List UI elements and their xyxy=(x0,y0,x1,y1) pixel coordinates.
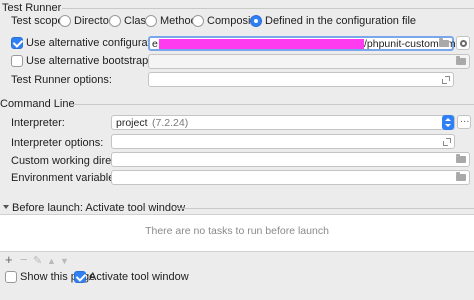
working-dir-field[interactable] xyxy=(111,152,470,167)
scope-radio-method[interactable] xyxy=(145,15,157,27)
runner-options-label: Test Runner options: xyxy=(11,74,112,86)
move-up-button[interactable]: ▲ xyxy=(47,256,56,266)
select-arrows-icon[interactable] xyxy=(442,115,454,130)
interpreter-options-label: Interpreter options: xyxy=(11,137,104,149)
before-launch-title[interactable]: Before launch: Activate tool window xyxy=(12,202,185,214)
env-vars-label: Environment variables: xyxy=(11,172,123,184)
settings-button[interactable] xyxy=(456,36,470,50)
interpreter-version: (7.2.24) xyxy=(152,117,189,129)
chevron-down-icon[interactable] xyxy=(3,205,9,209)
test-runner-separator xyxy=(62,8,474,9)
env-vars-field[interactable] xyxy=(111,170,470,185)
interpreter-label: Interpreter: xyxy=(11,117,65,129)
alt-config-checkbox[interactable] xyxy=(11,37,23,49)
scope-radio-config-file[interactable] xyxy=(250,15,262,27)
alt-bootstrap-checkbox[interactable] xyxy=(11,55,23,67)
interpreter-name: project xyxy=(116,117,148,129)
scope-label-config-file[interactable]: Defined in the configuration file xyxy=(265,15,416,27)
interpreter-options-field[interactable] xyxy=(111,134,455,149)
runner-options-field[interactable] xyxy=(148,72,454,87)
interpreter-more-button[interactable]: ... xyxy=(457,114,471,129)
move-down-button[interactable]: ▼ xyxy=(60,256,69,266)
show-page-checkbox[interactable] xyxy=(5,271,17,283)
scope-radio-directory[interactable] xyxy=(59,15,71,27)
activate-tool-checkbox[interactable] xyxy=(74,271,86,283)
interpreter-more-label: ... xyxy=(460,114,470,125)
interpreter-select[interactable]: project (7.2.24) xyxy=(111,115,455,130)
command-line-separator xyxy=(72,104,474,105)
alt-config-prefix: e xyxy=(152,38,158,50)
folder-icon[interactable] xyxy=(456,56,466,65)
folder-icon[interactable] xyxy=(456,172,466,181)
empty-tasks-text: There are no tasks to run before launch xyxy=(145,225,329,237)
scope-radio-class[interactable] xyxy=(109,15,121,27)
alt-bootstrap-field[interactable] xyxy=(148,54,470,69)
command-line-title: Command Line xyxy=(0,98,75,110)
folder-icon[interactable] xyxy=(456,154,466,163)
folder-icon[interactable] xyxy=(439,38,449,47)
expand-icon[interactable] xyxy=(443,138,451,146)
add-task-button[interactable]: + xyxy=(5,253,13,266)
gear-icon xyxy=(460,40,467,47)
redaction-block xyxy=(159,39,364,49)
scope-radio-composite[interactable] xyxy=(192,15,204,27)
edit-task-button[interactable]: ✎ xyxy=(33,256,42,267)
remove-task-button[interactable]: − xyxy=(20,253,28,266)
alt-config-field[interactable]: e /phpunit-custom.xml xyxy=(148,36,458,51)
activate-tool-label[interactable]: Activate tool window xyxy=(89,271,189,283)
test-runner-title: Test Runner xyxy=(2,2,62,14)
before-launch-task-list[interactable]: There are no tasks to run before launch xyxy=(0,214,474,252)
before-launch-separator xyxy=(176,208,474,209)
expand-icon[interactable] xyxy=(442,76,450,84)
